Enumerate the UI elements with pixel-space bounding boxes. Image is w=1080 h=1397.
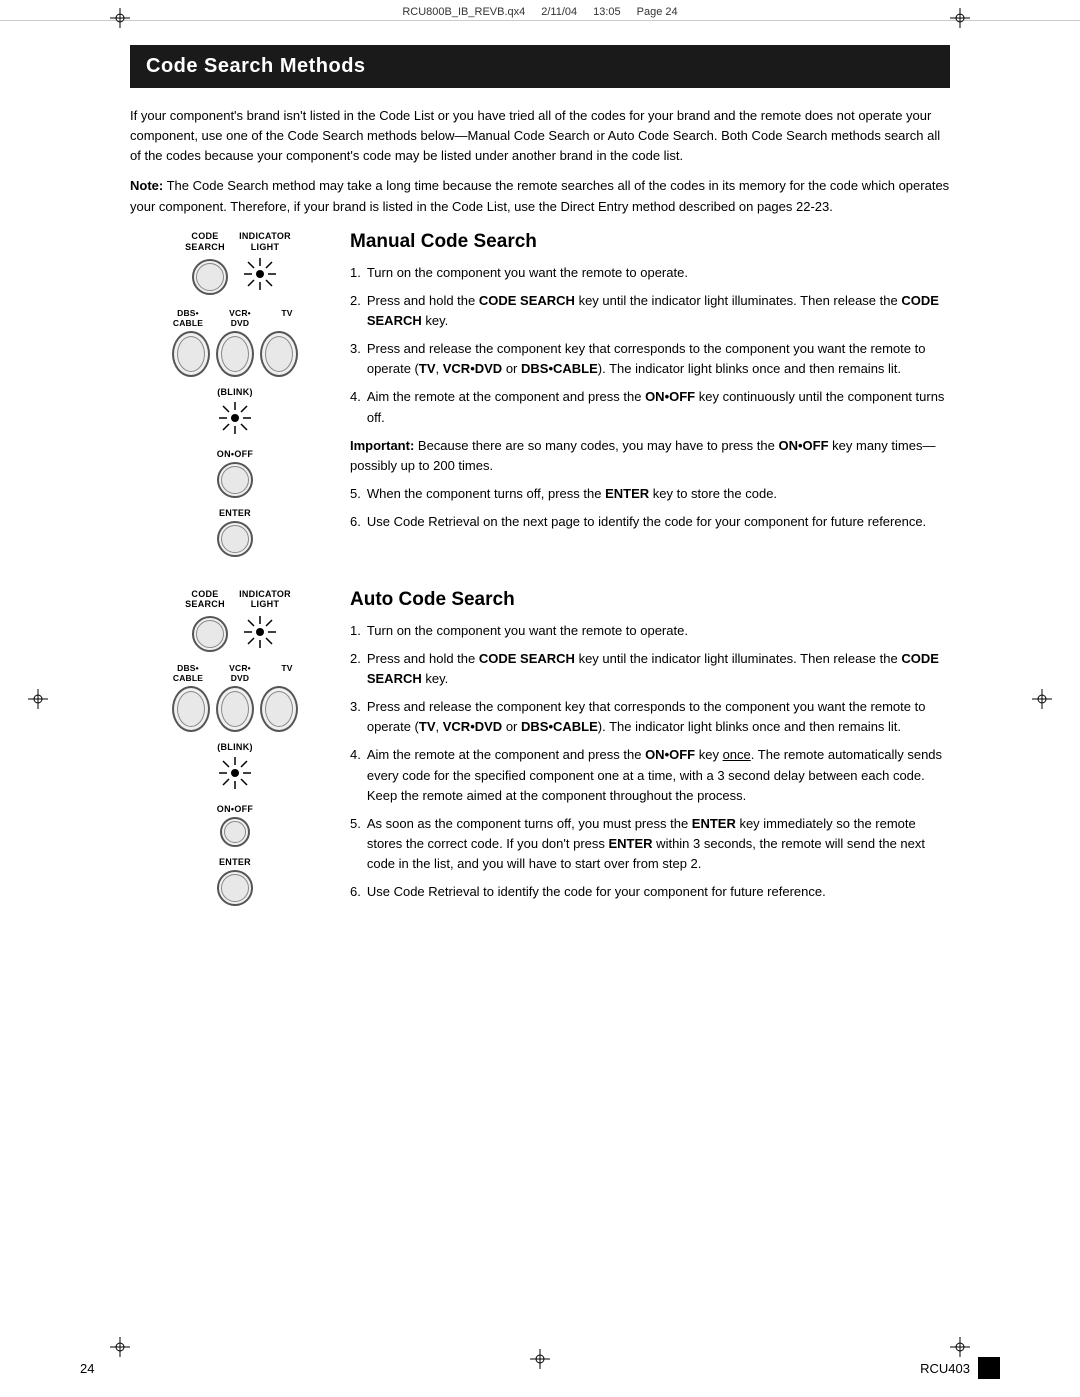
auto-indicator-light [242, 614, 278, 653]
auto-step-4: 4. Aim the remote at the component and p… [350, 745, 950, 805]
crosshair-top-right [950, 8, 970, 28]
footer-right: RCU403 [920, 1357, 1000, 1379]
manual-important: Important: Because there are so many cod… [350, 436, 950, 476]
auto-blink-indicator [217, 755, 253, 794]
footer-model: RCU403 [920, 1361, 970, 1376]
manual-enter-label: ENTER [219, 508, 251, 518]
manual-tv-label: TV [266, 308, 308, 328]
auto-code-search-btn[interactable] [192, 616, 228, 652]
manual-steps-list: 1. Turn on the component you want the re… [350, 263, 950, 533]
page-content: Code Search Methods If your component's … [130, 21, 950, 1002]
file-time: 13:05 [593, 6, 621, 18]
manual-vcr-btn[interactable] [216, 331, 254, 377]
auto-step-5: 5. As soon as the component turns off, y… [350, 814, 950, 874]
manual-enter-btn[interactable] [217, 521, 253, 557]
auto-enter-btn[interactable] [217, 870, 253, 906]
crosshair-mid-right [1032, 689, 1052, 709]
manual-blink-indicator [217, 400, 253, 439]
manual-dbs-label: DBS•CABLE [162, 308, 214, 328]
manual-indicator-label: INDICATORLIGHT [235, 231, 295, 253]
manual-step-2: 2. Press and hold the CODE SEARCH key un… [350, 291, 950, 331]
auto-indicator-label: INDICATORLIGHT [235, 589, 295, 611]
manual-indicator-light [242, 256, 278, 298]
manual-step-6: 6. Use Code Retrieval on the next page t… [350, 512, 950, 532]
manual-vcr-label: VCR•DVD [214, 308, 266, 328]
auto-step-2: 2. Press and hold the CODE SEARCH key un… [350, 649, 950, 689]
auto-tv-label: TV [266, 663, 308, 683]
manual-onoff-btn[interactable] [217, 462, 253, 498]
manual-code-search-label: CODESEARCH [175, 231, 235, 253]
auto-tv-btn[interactable] [260, 686, 298, 732]
auto-code-search-label: CODESEARCH [175, 589, 235, 611]
manual-content: Manual Code Search 1. Turn on the compon… [340, 231, 950, 557]
auto-diagram: CODESEARCH INDICATORLIGHT [130, 589, 340, 911]
crosshair-bottom-right [950, 1337, 970, 1357]
auto-vcr-btn[interactable] [216, 686, 254, 732]
auto-dbs-btn[interactable] [172, 686, 210, 732]
page-title: Code Search Methods [130, 45, 950, 88]
manual-step-5: 5. When the component turns off, press t… [350, 484, 950, 504]
file-page: Page 24 [637, 6, 678, 18]
auto-enter-label: ENTER [219, 857, 251, 867]
manual-step-3: 3. Press and release the component key t… [350, 339, 950, 379]
auto-onoff-label: ON•OFF [217, 804, 253, 814]
footer-bar-icon [978, 1357, 1000, 1379]
manual-dbs-btn[interactable] [172, 331, 210, 377]
manual-code-search-btn[interactable] [192, 259, 228, 295]
file-header: RCU800B_IB_REVB.qx4 2/11/04 13:05 Page 2… [0, 0, 1080, 21]
footer-page-num: 24 [80, 1361, 94, 1376]
auto-step-3: 3. Press and release the component key t… [350, 697, 950, 737]
auto-blink-label: (BLINK) [217, 742, 253, 752]
page-footer: 24 RCU403 [0, 1357, 1080, 1379]
manual-section-title: Manual Code Search [350, 231, 950, 253]
auto-step-6: 6. Use Code Retrieval to identify the co… [350, 882, 950, 902]
manual-step-1: 1. Turn on the component you want the re… [350, 263, 950, 283]
crosshair-mid-left [28, 689, 48, 709]
intro-note: Note: The Code Search method may take a … [130, 176, 950, 216]
auto-steps-list: 1. Turn on the component you want the re… [350, 621, 950, 903]
auto-vcr-label: VCR•DVD [214, 663, 266, 683]
auto-content: Auto Code Search 1. Turn on the componen… [340, 589, 950, 911]
file-date: 2/11/04 [541, 6, 577, 18]
manual-section: CODESEARCH INDICATORLIGHT [130, 231, 950, 557]
manual-step-4: 4. Aim the remote at the component and p… [350, 387, 950, 427]
intro-paragraph-1: If your component's brand isn't listed i… [130, 106, 950, 166]
auto-section: CODESEARCH INDICATORLIGHT [130, 589, 950, 911]
auto-step-1: 1. Turn on the component you want the re… [350, 621, 950, 641]
crosshair-bottom-left [110, 1337, 130, 1357]
auto-dbs-label: DBS•CABLE [162, 663, 214, 683]
manual-tv-btn[interactable] [260, 331, 298, 377]
manual-onoff-label: ON•OFF [217, 449, 253, 459]
manual-blink-label: (BLINK) [217, 387, 253, 397]
file-name: RCU800B_IB_REVB.qx4 [402, 6, 525, 18]
manual-diagram: CODESEARCH INDICATORLIGHT [130, 231, 340, 557]
auto-onoff-btn[interactable] [220, 817, 250, 847]
crosshair-top-left [110, 8, 130, 28]
auto-section-title: Auto Code Search [350, 589, 950, 611]
